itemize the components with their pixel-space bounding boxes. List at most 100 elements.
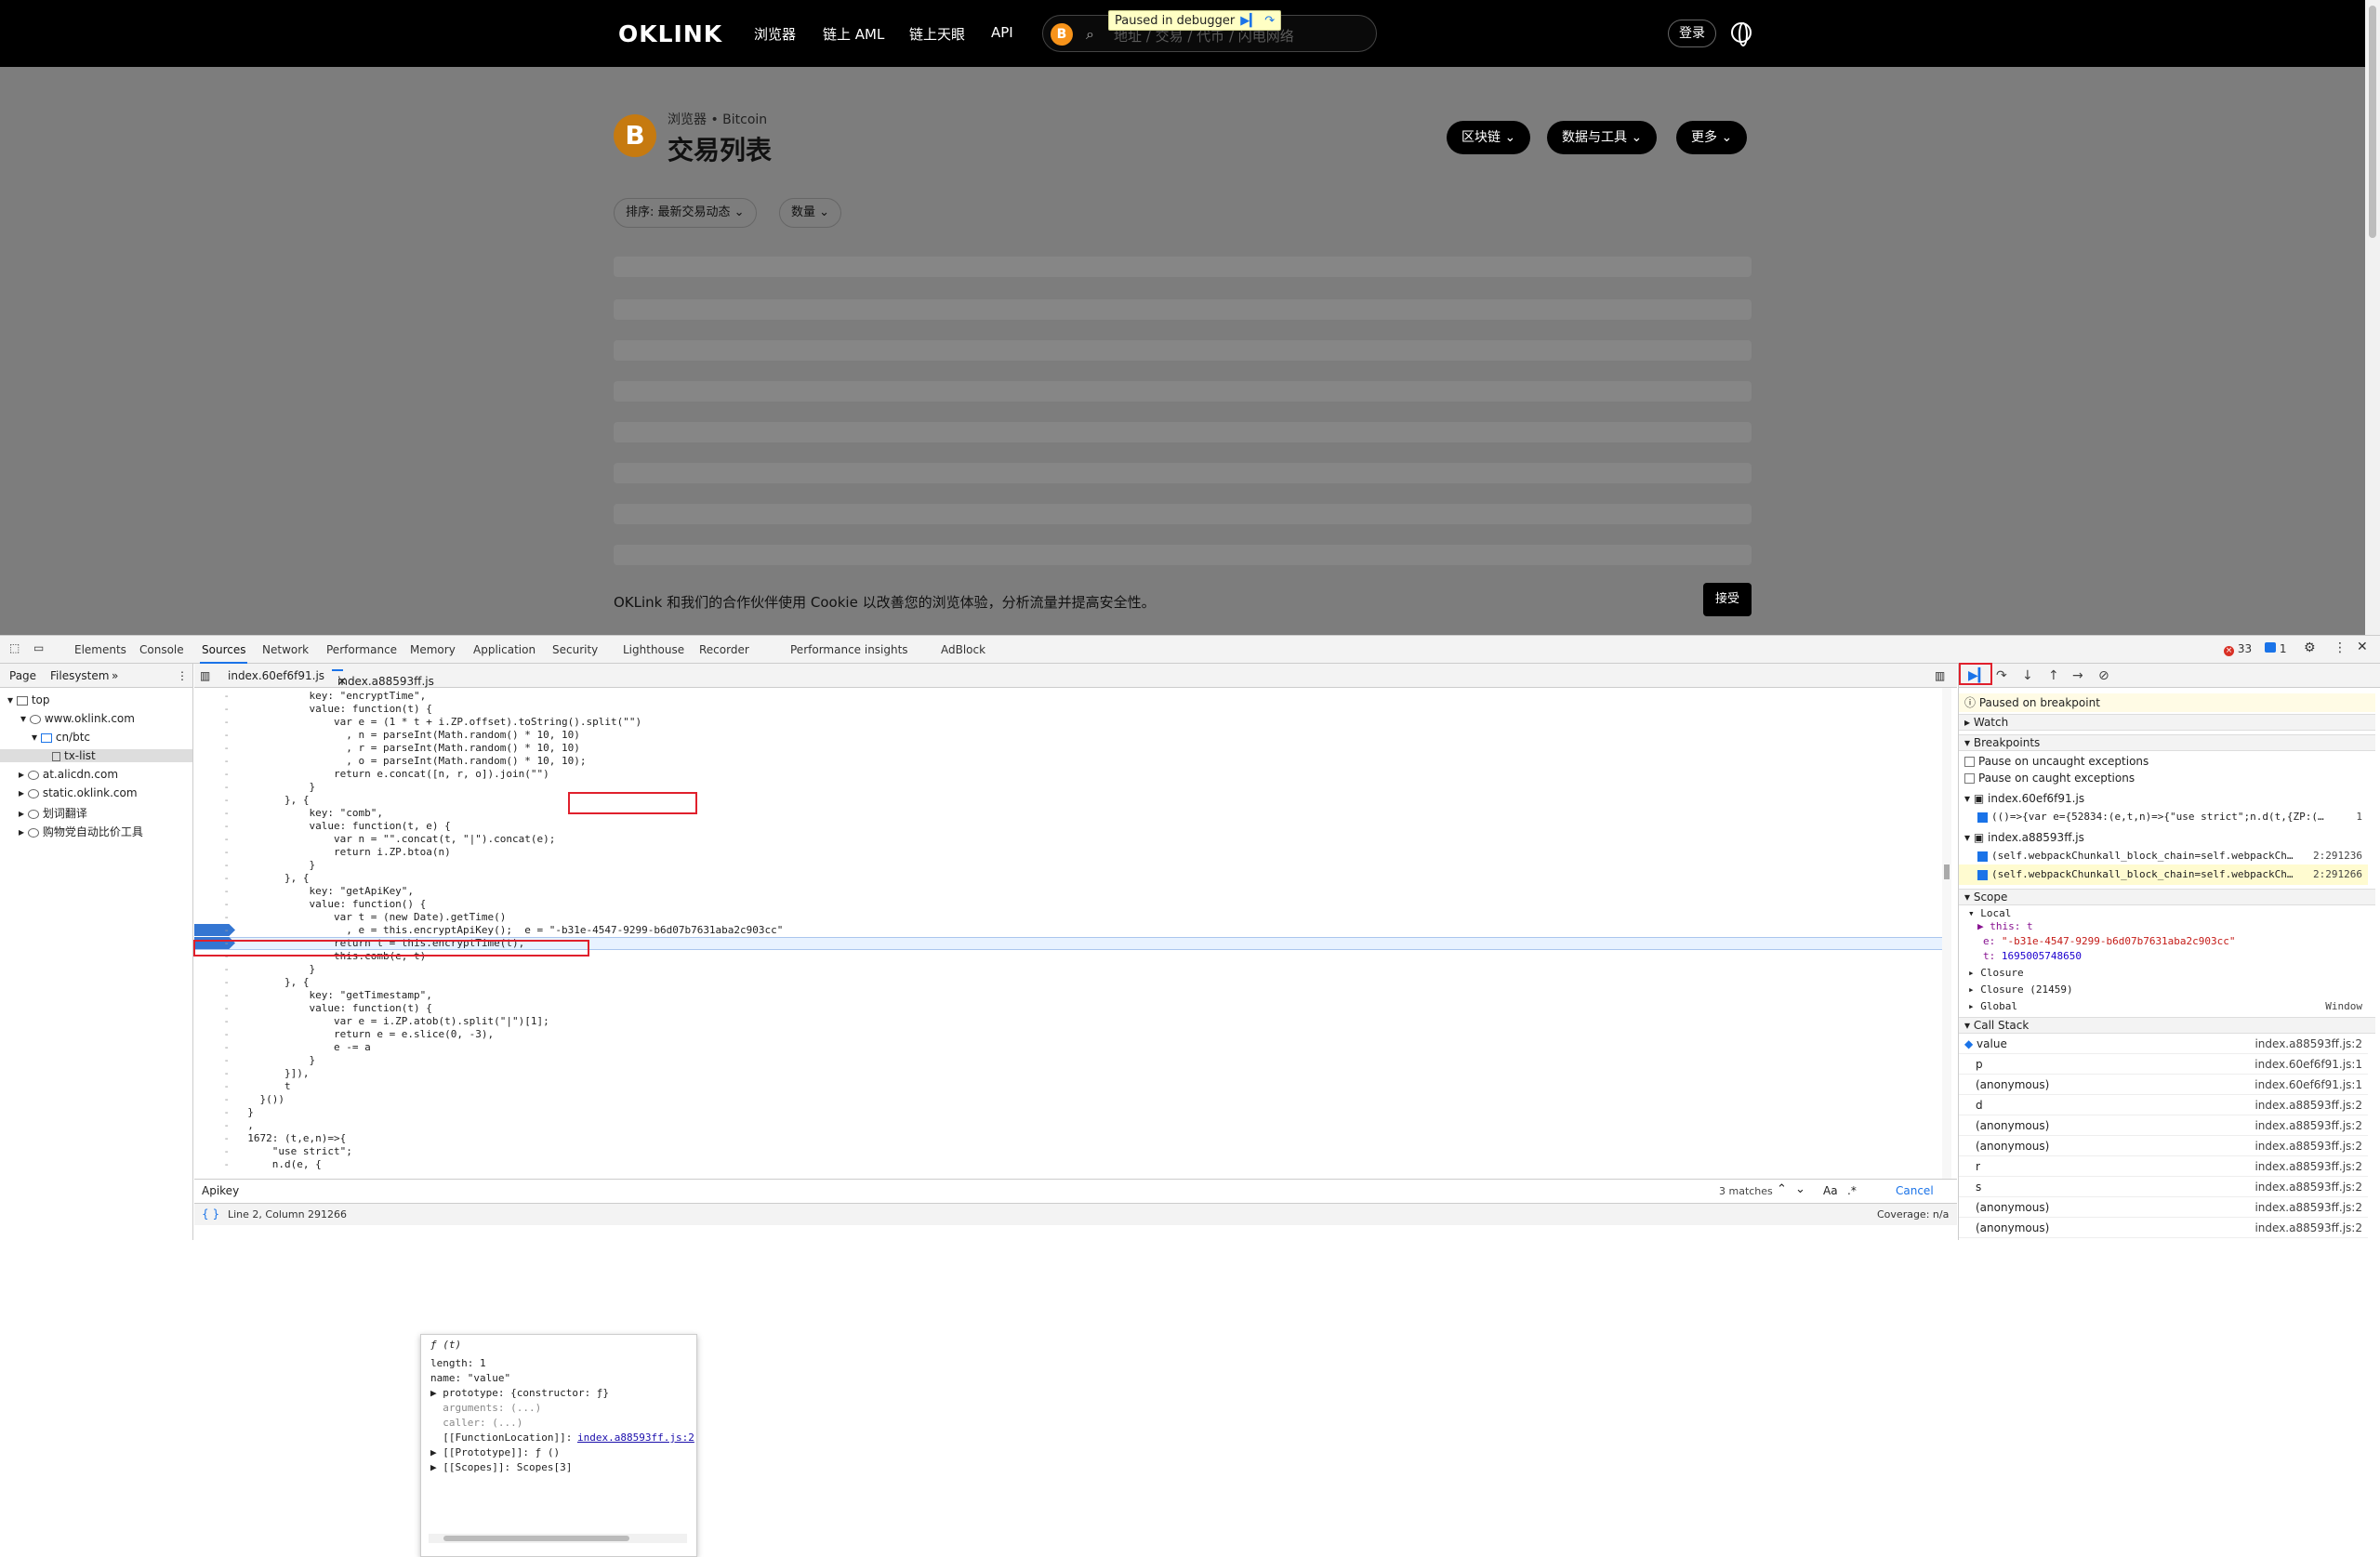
- tab-console[interactable]: Console: [139, 643, 184, 656]
- line-number-gutter[interactable]: -: [194, 989, 235, 1002]
- line-number-gutter[interactable]: -: [194, 872, 235, 885]
- callstack-frame[interactable]: (anonymous) index.a88593ff.js:2: [1959, 1197, 2368, 1218]
- line-number-gutter[interactable]: -: [194, 859, 235, 872]
- step-into-icon[interactable]: ↓: [2022, 668, 2033, 683]
- callstack-frame[interactable]: d index.a88593ff.js:2: [1959, 1095, 2368, 1115]
- tree-item-folder[interactable]: ▾ cn/btc: [0, 731, 90, 744]
- page-scrollbar[interactable]: [2365, 0, 2380, 635]
- tab-elements[interactable]: Elements: [74, 643, 126, 656]
- checkbox[interactable]: [1977, 851, 1988, 862]
- more-tabs-icon[interactable]: »: [112, 669, 118, 682]
- line-number-gutter[interactable]: -: [194, 1067, 235, 1080]
- function-location-link[interactable]: index.a88593ff.js:2: [577, 1432, 694, 1445]
- line-number-gutter[interactable]: -: [194, 820, 235, 833]
- checkbox[interactable]: [1977, 811, 1988, 823]
- bitcoin-icon[interactable]: B: [1051, 23, 1073, 46]
- close-devtools-icon[interactable]: ✕: [2357, 640, 2368, 654]
- tree-item-extension[interactable]: ▸ 购物党自动比价工具: [0, 824, 143, 839]
- settings-gear-icon[interactable]: ⚙: [2304, 640, 2316, 655]
- line-number-gutter[interactable]: -: [194, 729, 235, 742]
- callstack-frame[interactable]: r index.a88593ff.js:2: [1959, 1156, 2368, 1177]
- nav-api[interactable]: API: [991, 24, 1013, 41]
- callstack-frame[interactable]: (anonymous) index.a88593ff.js:2: [1959, 1218, 2368, 1238]
- line-number-gutter[interactable]: -: [194, 768, 235, 781]
- line-number-gutter[interactable]: -: [194, 963, 235, 976]
- error-count-badge[interactable]: × 33: [2224, 642, 2252, 656]
- deactivate-breakpoints-icon[interactable]: ⊘: [2098, 668, 2109, 683]
- line-number-gutter[interactable]: -: [194, 1041, 235, 1054]
- popover-line[interactable]: ▶ [[Scopes]]: Scopes[3]: [430, 1461, 572, 1474]
- toggle-navigator-icon[interactable]: ▥: [200, 669, 210, 682]
- line-number-gutter[interactable]: -: [194, 1132, 235, 1145]
- line-number-gutter[interactable]: -: [194, 1106, 235, 1119]
- line-number-gutter[interactable]: -: [194, 1002, 235, 1015]
- line-number-gutter[interactable]: -: [194, 911, 235, 924]
- match-case-button[interactable]: Aa: [1823, 1184, 1838, 1197]
- callstack-frame[interactable]: s index.a88593ff.js:2: [1959, 1177, 2368, 1197]
- line-number-gutter[interactable]: -: [194, 1028, 235, 1041]
- line-number-gutter[interactable]: -: [194, 755, 235, 768]
- line-number-gutter[interactable]: -: [194, 1119, 235, 1132]
- globe-icon[interactable]: [1731, 22, 1752, 46]
- line-number-gutter[interactable]: -: [194, 1054, 235, 1067]
- tree-item-domain[interactable]: ▸ at.alicdn.com: [0, 768, 118, 781]
- resume-icon[interactable]: ▶▎: [1240, 14, 1259, 28]
- checkbox[interactable]: [1964, 773, 1975, 784]
- popover-scrollbar[interactable]: [429, 1534, 687, 1543]
- breakpoint-file[interactable]: ▾ ▣ index.a88593ff.js: [1959, 827, 2368, 848]
- callstack-frame[interactable]: (anonymous) index.a88593ff.js:2: [1959, 1136, 2368, 1156]
- line-number-gutter[interactable]: -: [194, 1145, 235, 1158]
- tree-item-file[interactable]: tx-list: [0, 749, 192, 762]
- code-view[interactable]: - key: "encryptTime", - value: function(t…: [194, 688, 1950, 1179]
- close-tab-icon[interactable]: ✕: [337, 675, 347, 688]
- scope-global[interactable]: ▸ Global Window: [1959, 996, 2368, 1017]
- line-number-gutter[interactable]: -: [194, 703, 235, 716]
- line-number-gutter[interactable]: -: [194, 716, 235, 729]
- editor-tab-active[interactable]: index.a88593ff.js ✕: [332, 669, 434, 688]
- tab-network[interactable]: Network: [262, 643, 309, 656]
- scrollbar-thumb[interactable]: [443, 1536, 629, 1541]
- popover-line[interactable]: ▶ [[Prototype]]: ƒ (): [430, 1446, 560, 1459]
- checkbox[interactable]: [1977, 869, 1988, 880]
- step-icon[interactable]: →: [2072, 668, 2083, 683]
- scrollbar-thumb[interactable]: [2369, 6, 2376, 238]
- breakpoint-entry-active[interactable]: (self.webpackChunkall_block_chain=self.w…: [1959, 864, 2368, 885]
- toggle-debugger-icon[interactable]: ▥: [1935, 669, 1945, 682]
- callstack-frame[interactable]: (anonymous) index.60ef6f91.js:1: [1959, 1075, 2368, 1095]
- device-toggle-icon[interactable]: ▭: [33, 641, 44, 654]
- popover-line[interactable]: ▶ prototype: {constructor: ƒ}: [430, 1387, 609, 1400]
- sort-filter[interactable]: 排序: 最新交易动态 ⌄: [614, 198, 757, 228]
- previous-match-icon[interactable]: ⌃: [1777, 1182, 1787, 1196]
- data-tools-menu-button[interactable]: 数据与工具 ⌄: [1547, 121, 1658, 154]
- line-number-gutter[interactable]: -: [194, 885, 235, 898]
- line-number-gutter[interactable]: -: [194, 794, 235, 807]
- line-number-gutter[interactable]: -: [194, 924, 235, 937]
- breakpoints-section[interactable]: ▾ Breakpoints: [1959, 734, 2375, 751]
- callstack-frame[interactable]: ◆ value index.a88593ff.js:2: [1959, 1034, 2368, 1054]
- breakpoint-entry[interactable]: (()=>{var e={52834:(e,t,n)=>{"use strict…: [1959, 807, 2368, 827]
- watch-section[interactable]: ▸ Watch: [1959, 714, 2375, 731]
- line-number-gutter[interactable]: -: [194, 846, 235, 859]
- breadcrumb[interactable]: 浏览器 • Bitcoin: [668, 110, 767, 128]
- pretty-print-icon[interactable]: { }: [202, 1207, 219, 1221]
- tree-item-extension[interactable]: ▸ 划词翻译: [0, 805, 87, 821]
- line-number-gutter[interactable]: -: [194, 807, 235, 820]
- callstack-frame[interactable]: (anonymous) index.a88593ff.js:2: [1959, 1115, 2368, 1136]
- tab-lighthouse[interactable]: Lighthouse: [623, 643, 684, 656]
- more-menu-button[interactable]: 更多 ⌄: [1676, 121, 1748, 154]
- tab-memory[interactable]: Memory: [410, 643, 456, 656]
- pause-caught-option[interactable]: Pause on caught exceptions: [1959, 768, 2368, 788]
- tree-item-domain[interactable]: ▾ www.oklink.com: [0, 712, 135, 725]
- line-number-gutter[interactable]: -: [194, 1158, 235, 1171]
- navigator-tab-page[interactable]: Page: [9, 669, 36, 682]
- scrollbar-thumb[interactable]: [1944, 864, 1950, 879]
- editor-tab[interactable]: index.60ef6f91.js: [228, 669, 324, 682]
- regex-button[interactable]: .*: [1847, 1184, 1857, 1197]
- tab-recorder[interactable]: Recorder: [699, 643, 749, 656]
- more-options-icon[interactable]: ⋮: [2334, 640, 2347, 655]
- nav-aml[interactable]: 链上 AML: [823, 24, 884, 44]
- line-number-gutter[interactable]: -: [194, 1093, 235, 1106]
- cancel-search-button[interactable]: Cancel: [1896, 1184, 1934, 1197]
- line-number-gutter[interactable]: -: [194, 781, 235, 794]
- callstack-frame[interactable]: p index.60ef6f91.js:1: [1959, 1054, 2368, 1075]
